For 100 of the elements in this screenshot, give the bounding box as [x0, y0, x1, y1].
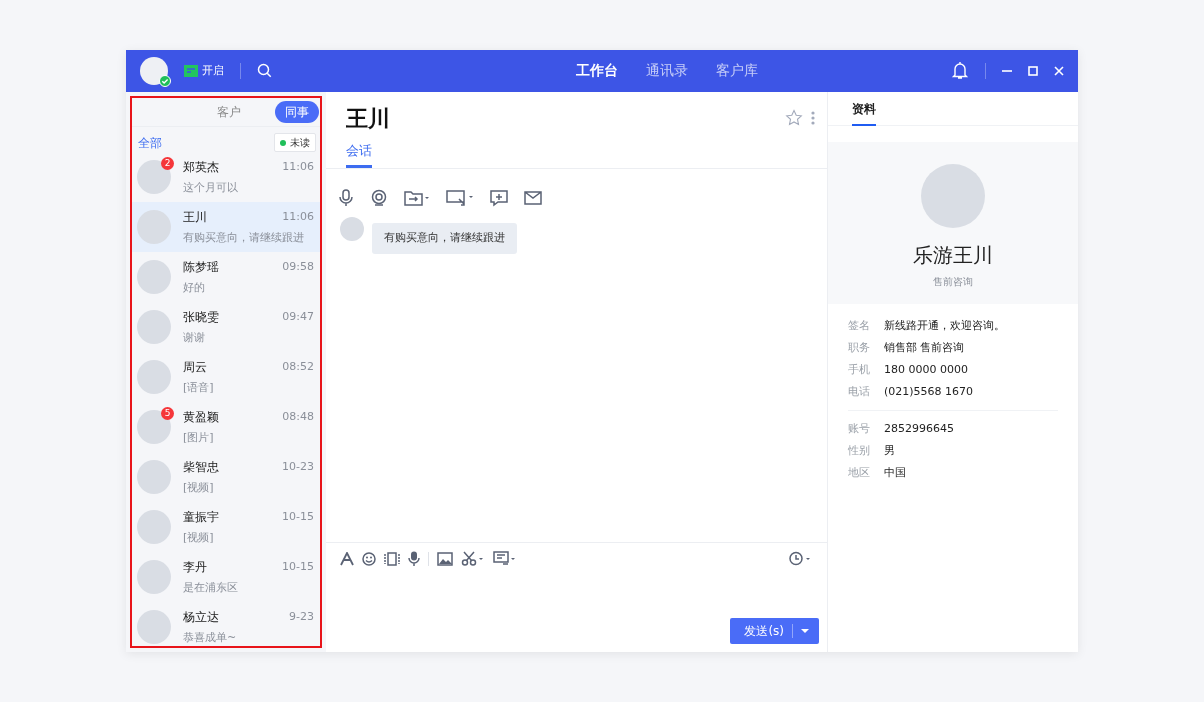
- contact-row[interactable]: 张晓雯 09:47 谢谢: [132, 302, 320, 353]
- field-value: (021)5568 1670: [884, 384, 974, 401]
- message-time: 9-23: [289, 608, 314, 625]
- maximize-icon[interactable]: [1028, 65, 1038, 76]
- message-preview: [视频]: [183, 479, 215, 496]
- contact-name: 周云: [183, 358, 207, 376]
- microphone-icon[interactable]: [408, 551, 420, 566]
- contact-avatar: [137, 310, 171, 345]
- chat-title: 王川: [346, 104, 390, 133]
- microphone-icon[interactable]: [338, 189, 354, 207]
- bell-icon[interactable]: [951, 61, 969, 81]
- message-bubble: 有购买意向，请继续跟进: [372, 223, 517, 254]
- nav-tab[interactable]: 客户库: [706, 60, 768, 82]
- contact-avatar: [137, 260, 171, 295]
- image-icon[interactable]: [437, 551, 453, 566]
- user-avatar[interactable]: [140, 56, 168, 85]
- message-preview: [语音]: [183, 379, 215, 396]
- message-time: 11:06: [282, 158, 314, 175]
- contact-row[interactable]: 陈梦瑶 09:58 好的: [132, 252, 320, 303]
- field-value: 2852996645: [884, 421, 954, 438]
- contact-name: 杨立达: [183, 608, 219, 626]
- message-time: 11:06: [282, 208, 314, 225]
- folder-icon[interactable]: [404, 190, 430, 206]
- contact-row[interactable]: 5 黄盈颖 08:48 [图片]: [132, 402, 320, 453]
- field-label: 性别: [848, 443, 871, 460]
- contact-name: 张晓雯: [183, 308, 219, 326]
- star-icon[interactable]: [785, 109, 803, 127]
- profile-tab[interactable]: 资料: [852, 99, 876, 126]
- field-label: 账号: [848, 421, 871, 438]
- contact-name: 李丹: [183, 558, 207, 576]
- close-icon[interactable]: [1054, 65, 1064, 76]
- contact-row[interactable]: 柴智忠 10-23 [视频]: [132, 452, 320, 503]
- message-time: 09:58: [282, 258, 314, 275]
- history-clock-icon[interactable]: [789, 551, 813, 566]
- message-time: 08:52: [282, 358, 314, 375]
- contact-avatar: [137, 560, 171, 595]
- caret-icon: [801, 628, 809, 634]
- unread-count-badge: 5: [161, 407, 174, 421]
- contact-name: 童振宇: [183, 508, 219, 526]
- contact-avatar: [137, 610, 171, 645]
- profile-name: 乐游王川: [913, 241, 993, 269]
- contact-avatar: [137, 160, 171, 195]
- contact-avatar: [137, 410, 171, 445]
- message-preview: 谢谢: [183, 329, 206, 346]
- field-value: 中国: [884, 465, 906, 482]
- message-time: 08:48: [282, 408, 314, 425]
- message-preview: 恭喜成单~: [183, 629, 238, 646]
- nav-tab[interactable]: 通讯录: [636, 60, 698, 82]
- message-preview: 有购买意向，请继续跟进: [183, 229, 305, 246]
- card-icon[interactable]: [493, 551, 517, 566]
- sender-avatar: [340, 217, 364, 241]
- message-time: 10-15: [282, 558, 314, 575]
- mail-icon[interactable]: [524, 191, 542, 205]
- field-value: 180 0000 0000: [884, 362, 968, 379]
- contact-name: 王川: [183, 208, 207, 226]
- contact-row[interactable]: 周云 08:52 [语音]: [132, 352, 320, 403]
- message-preview: 是在浦东区: [183, 579, 239, 596]
- contact-name: 陈梦瑶: [183, 258, 219, 276]
- comment-add-icon[interactable]: [490, 189, 508, 207]
- unread-filter-button[interactable]: 未读: [274, 133, 316, 153]
- webcam-icon[interactable]: [370, 189, 388, 207]
- contact-name: 黄盈颖: [183, 408, 219, 426]
- contact-row[interactable]: 李丹 10-15 是在浦东区: [132, 552, 320, 603]
- message-time: 10-23: [282, 458, 314, 475]
- contact-row[interactable]: 王川 11:06 有购买意向，请继续跟进: [132, 202, 320, 253]
- field-label: 职务: [848, 340, 871, 357]
- field-value: 新线路开通，欢迎咨询。: [884, 318, 1005, 335]
- contact-name: 郑英杰: [183, 158, 219, 176]
- nav-tab[interactable]: 工作台: [566, 60, 628, 82]
- message-time: 10-15: [282, 508, 314, 525]
- contact-tab[interactable]: 同事: [275, 100, 319, 123]
- scissors-icon[interactable]: [461, 551, 485, 566]
- contact-row[interactable]: 童振宇 10-15 [视频]: [132, 502, 320, 553]
- message-time: 09:47: [282, 308, 314, 325]
- contact-name: 柴智忠: [183, 458, 219, 476]
- message-preview: 好的: [183, 279, 206, 296]
- status-label[interactable]: 开启: [202, 62, 224, 79]
- contact-row[interactable]: 杨立达 9-23 恭喜成单~: [132, 602, 320, 646]
- contact-avatar: [137, 460, 171, 495]
- conversation-tab[interactable]: 会话: [346, 140, 372, 168]
- unread-count-badge: 2: [161, 157, 174, 171]
- field-value: 销售部 售前咨询: [884, 340, 965, 357]
- status-icon: [184, 64, 198, 77]
- screenshot-icon[interactable]: [446, 189, 474, 207]
- field-label: 电话: [848, 384, 871, 401]
- all-filter-tab[interactable]: 全部: [138, 134, 162, 153]
- send-button[interactable]: 发送(s): [730, 618, 819, 644]
- message-preview: [图片]: [183, 429, 215, 446]
- field-label: 手机: [848, 362, 871, 379]
- font-icon[interactable]: [340, 551, 354, 566]
- search-icon[interactable]: [257, 63, 272, 79]
- contact-row[interactable]: 2 郑英杰 11:06 这个月可以: [132, 152, 320, 203]
- field-label: 地区: [848, 465, 871, 482]
- emoji-icon[interactable]: [362, 551, 376, 566]
- profile-role: 售前咨询: [933, 274, 973, 289]
- message-preview: [视频]: [183, 529, 215, 546]
- field-label: 签名: [848, 318, 871, 335]
- message-preview: 这个月可以: [183, 179, 239, 196]
- contact-avatar: [137, 210, 171, 245]
- field-value: 男: [884, 443, 895, 460]
